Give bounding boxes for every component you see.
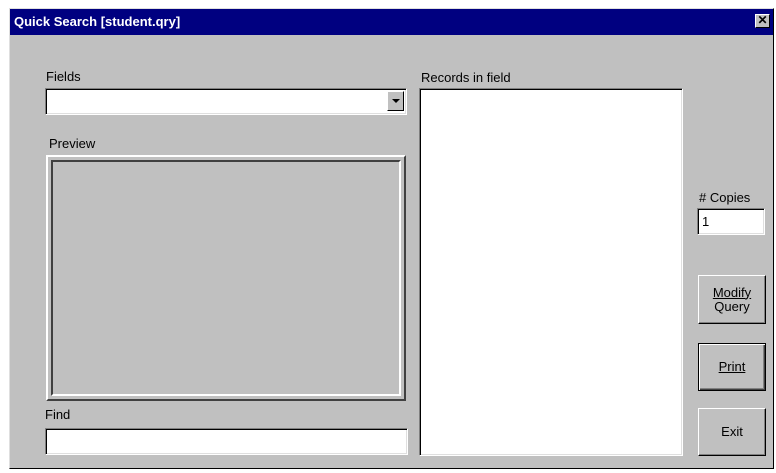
modify-query-label-line1: Modify: [712, 284, 752, 300]
preview-label: Preview: [49, 136, 96, 151]
records-list[interactable]: [419, 88, 683, 456]
print-button[interactable]: Print: [698, 343, 766, 391]
window-title: Quick Search [student.qry]: [14, 14, 181, 29]
preview-panel: [46, 155, 406, 401]
copies-label: # Copies: [699, 190, 751, 205]
find-input[interactable]: [45, 428, 408, 455]
close-icon: ✕: [757, 13, 768, 27]
fields-dropdown[interactable]: [45, 88, 407, 115]
preview-area: [51, 160, 401, 396]
title-bar[interactable]: Quick Search [student.qry] ✕: [10, 9, 773, 35]
exit-button-label: Exit: [721, 424, 743, 439]
copies-input[interactable]: 1: [697, 208, 765, 235]
modify-query-button[interactable]: Modify Query: [698, 275, 766, 324]
fields-label: Fields: [46, 69, 81, 84]
quick-search-dialog: Quick Search [student.qry] ✕ Fields Prev…: [9, 8, 774, 469]
chevron-down-icon: [392, 99, 400, 103]
close-button[interactable]: ✕: [755, 14, 770, 28]
records-label: Records in field: [421, 70, 511, 85]
print-button-label: Print: [718, 359, 746, 374]
copies-input-value: 1: [702, 214, 710, 229]
dropdown-button[interactable]: [387, 91, 404, 111]
find-label: Find: [45, 407, 71, 422]
modify-query-label-line2: Query: [714, 298, 750, 314]
exit-button[interactable]: Exit: [698, 408, 766, 456]
